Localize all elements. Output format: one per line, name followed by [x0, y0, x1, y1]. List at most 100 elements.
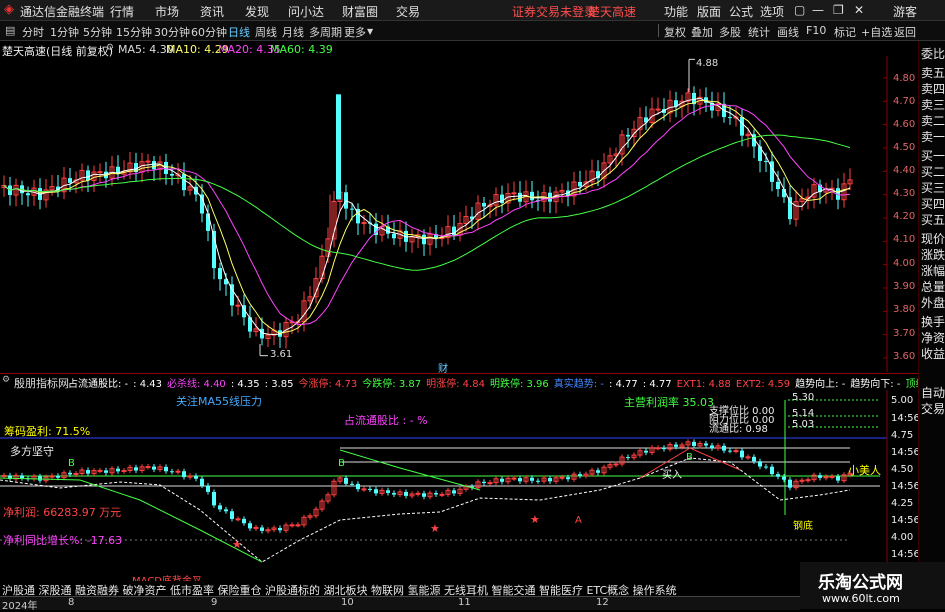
candle-body: [392, 233, 396, 239]
level-value: 5.14: [792, 408, 815, 419]
ind-candle-body: [248, 523, 252, 529]
btn-mark[interactable]: 标记: [834, 24, 856, 40]
panel-item[interactable]: 涨跌: [921, 248, 945, 262]
candlestick-chart[interactable]: [0, 56, 918, 372]
date-axis: 2024年 8 9 10 11 12: [0, 596, 800, 612]
panel-item[interactable]: 总量: [921, 280, 945, 294]
ind-candle-body: [596, 470, 600, 473]
btn-add-favorite[interactable]: +自选: [861, 24, 892, 40]
main-grid: [883, 77, 887, 359]
panel-item[interactable]: 外盘: [921, 296, 945, 310]
panel-item[interactable]: 卖二: [921, 114, 945, 128]
ind-candle-body: [1, 474, 7, 477]
ind-candle-body: [805, 479, 811, 482]
candle-body: [728, 117, 732, 119]
restore-icon[interactable]: ❐: [833, 3, 844, 17]
ind-candle-body: [344, 477, 348, 484]
menu-hangqing[interactable]: 行情: [110, 3, 134, 20]
btn-overlay[interactable]: 叠加: [691, 24, 713, 40]
panel-item[interactable]: 涨幅: [921, 264, 945, 278]
btn-multi-stock[interactable]: 多股: [719, 24, 741, 40]
menu-shichang[interactable]: 市场: [155, 3, 179, 20]
minimize-icon[interactable]: —: [812, 3, 824, 17]
candle-body: [26, 193, 30, 196]
tab-15min[interactable]: 15分钟: [116, 24, 152, 40]
panel-item[interactable]: 买五: [921, 213, 945, 227]
menu-gongshi[interactable]: 公式: [729, 3, 753, 20]
panel-item[interactable]: 买二: [921, 165, 945, 179]
panel-item[interactable]: 买一: [921, 149, 945, 163]
panel-item[interactable]: 现价: [921, 232, 945, 246]
tab-5min[interactable]: 5分钟: [83, 24, 112, 40]
settings-icon[interactable]: ⚙: [106, 43, 114, 53]
menu-zixun[interactable]: 资讯: [200, 3, 224, 20]
panel-item[interactable]: 买四: [921, 197, 945, 211]
candle-body: [764, 160, 768, 162]
menu-jiaoyi[interactable]: 交易: [396, 3, 420, 20]
panel-item[interactable]: 卖三: [921, 98, 945, 112]
buy-label: 买入: [662, 470, 682, 481]
more-chevron-icon[interactable]: ▼: [367, 27, 373, 36]
panel-item[interactable]: 买三: [921, 181, 945, 195]
btn-back[interactable]: 返回: [894, 24, 916, 40]
ind-time-label: 14:56: [891, 549, 920, 560]
candle-body: [482, 203, 486, 207]
ind-candle-body: [626, 457, 630, 459]
tab-monthly[interactable]: 月线: [282, 24, 304, 40]
btn-f10[interactable]: F10: [806, 24, 826, 37]
ind-time-label: 14:56: [891, 515, 920, 526]
tab-1min[interactable]: 1分钟: [50, 24, 79, 40]
ind-candle-body: [200, 478, 204, 486]
indicator-legend-item: 趋势向下: -: [850, 379, 901, 390]
panel-item[interactable]: 卖四: [921, 82, 945, 96]
indicator-legend-item: : 4.35: [230, 379, 260, 390]
tab-more[interactable]: 更多: [344, 24, 366, 40]
indicator-name[interactable]: 殷朋指标网: [14, 375, 69, 391]
menu-faxian[interactable]: 发现: [245, 3, 269, 20]
ind-candle-body: [134, 467, 138, 471]
indicator-legend-item: 今跌停: 3.87: [362, 379, 422, 390]
menu-banmian[interactable]: 版面: [697, 3, 721, 20]
panel-item[interactable]: 净资: [921, 331, 945, 345]
guest-label[interactable]: 游客: [893, 3, 917, 20]
menu-gongneng[interactable]: 功能: [664, 3, 688, 20]
a-signal: A: [575, 515, 582, 526]
candle-body: [655, 108, 661, 111]
panel-item[interactable]: 换手: [921, 315, 945, 329]
period-toolbar: ▤ 分时 1分钟 5分钟 15分钟 30分钟 60分钟 日线 周线 月线 多周期…: [0, 21, 945, 41]
ind-candle-body: [356, 483, 360, 490]
menu-caifuquan[interactable]: 财富圈: [342, 3, 378, 20]
ma10-line: [3, 99, 851, 335]
ind-candle-body: [194, 475, 198, 479]
panel-item[interactable]: 自动: [921, 386, 945, 400]
tab-weekly[interactable]: 周线: [255, 24, 277, 40]
close-icon[interactable]: ✕: [854, 3, 864, 17]
candle-body: [422, 234, 426, 245]
panel-item[interactable]: 卖五: [921, 66, 945, 80]
panel-item[interactable]: 交易: [921, 402, 945, 416]
ind-time-label: 14:56: [891, 481, 920, 492]
indicator-chart[interactable]: B B B A ★ ★ ★: [0, 390, 918, 578]
panel-item[interactable]: 卖一: [921, 130, 945, 144]
tab-60min[interactable]: 60分钟: [191, 24, 227, 40]
menu-wenxiaoda[interactable]: 问小达: [288, 3, 324, 20]
high-price-label: 4.88: [696, 58, 719, 69]
panel-item[interactable]: 收益: [921, 347, 945, 361]
menu-xuanxiang[interactable]: 选项: [760, 3, 784, 20]
panel-item[interactable]: 委比: [921, 47, 945, 61]
tab-30min[interactable]: 30分钟: [154, 24, 190, 40]
low-price-label: 3.61: [270, 349, 293, 360]
btn-restore-rights[interactable]: 复权: [664, 24, 686, 40]
tab-daily[interactable]: 日线: [228, 24, 250, 40]
indicator-lines: B B B A ★ ★ ★: [0, 447, 851, 563]
indicator-gear-icon[interactable]: ⚙: [2, 375, 10, 385]
btn-draw-line[interactable]: 画线: [777, 24, 799, 40]
user-icon[interactable]: ▢: [794, 3, 805, 17]
candle-body: [511, 192, 517, 195]
tab-fenshi[interactable]: 分时: [22, 24, 44, 40]
candle-body: [740, 117, 744, 136]
tab-multi-period[interactable]: 多周期: [309, 24, 342, 40]
btn-stats[interactable]: 统计: [748, 24, 770, 40]
login-notice[interactable]: 证券交易未登录: [512, 3, 596, 20]
ind-candle-body: [613, 463, 619, 466]
